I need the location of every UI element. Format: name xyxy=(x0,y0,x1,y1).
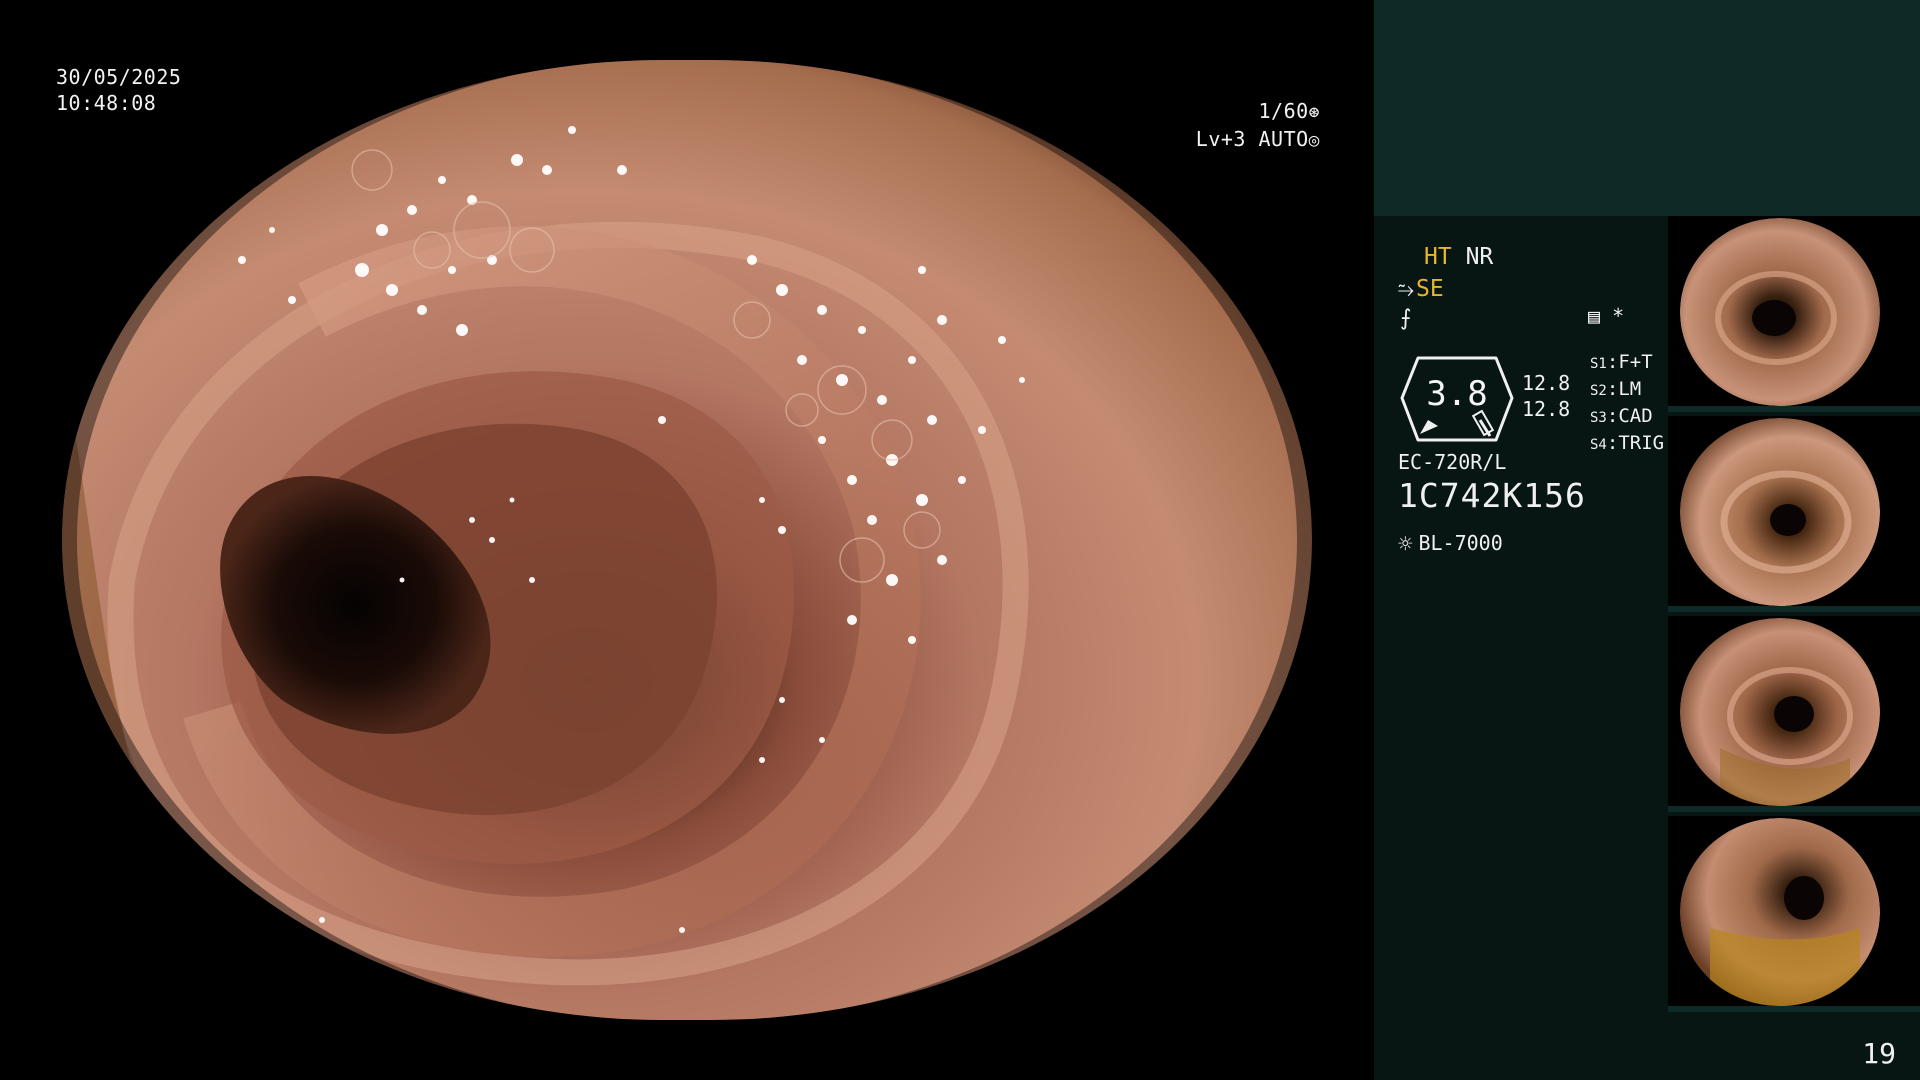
scope-serial-text: 1C742K156 xyxy=(1398,476,1586,515)
switch-label: TRIG xyxy=(1618,432,1665,454)
endoscope-main-view: 30/05/2025 10:48:08 1/60⊛ Lv+3 AUTO◎ xyxy=(0,0,1372,1080)
ht-nr-indicator: HT NR xyxy=(1424,244,1493,270)
switch-tag: S1 xyxy=(1590,356,1607,372)
gauge-sub-2: 12.8 xyxy=(1522,397,1571,421)
mode-asterisk: * xyxy=(1612,304,1625,328)
thumbnail-image xyxy=(1680,418,1880,606)
thumbnail-bar xyxy=(1668,806,1920,812)
light-source-row: ☼ BL-7000 xyxy=(1398,530,1503,558)
thumbnail-image xyxy=(1680,818,1880,1006)
switch-row-3: S3:CAD xyxy=(1590,405,1653,427)
shutter-text: 1/60 xyxy=(1258,99,1309,123)
exposure-readout: 1/60⊛ Lv+3 AUTO◎ xyxy=(1196,98,1320,154)
gauge-value: 3.8 xyxy=(1426,374,1488,414)
thumbnail-bar xyxy=(1668,1006,1920,1012)
date-text: 30/05/2025 xyxy=(56,65,182,89)
switch-label: LM xyxy=(1618,378,1642,400)
thumbnail-image xyxy=(1680,618,1880,806)
thumbnail-4[interactable] xyxy=(1668,816,1920,1012)
switch-tag: S4 xyxy=(1590,437,1607,453)
scope-model-text: EC-720R/L xyxy=(1398,450,1507,474)
freeze-icon: ⨍ xyxy=(1400,306,1412,331)
structure-enhance-icon: ⥲ xyxy=(1398,277,1414,301)
nr-label: NR xyxy=(1465,244,1494,270)
brightness-gauge: 3.8 xyxy=(1398,350,1516,446)
mode-indicators: ▤ * xyxy=(1588,304,1624,328)
thumbnail-2[interactable] xyxy=(1668,416,1920,612)
switch-label: CAD xyxy=(1618,405,1653,427)
switch-row-1: S1:F+T xyxy=(1590,351,1653,373)
aperture-icon: ⊛ xyxy=(1308,102,1320,123)
switch-label: F+T xyxy=(1618,351,1653,373)
se-label: SE xyxy=(1416,276,1444,302)
switch-row-4: S4:TRIG xyxy=(1590,432,1665,454)
gauge-sub-1: 12.8 xyxy=(1522,371,1571,395)
side-panel-header xyxy=(1374,0,1920,216)
switch-tag: S2 xyxy=(1590,383,1607,399)
lamp-icon: ☼ xyxy=(1398,530,1413,558)
iris-icon: ◎ xyxy=(1308,130,1320,151)
mode-list-icon: ▤ xyxy=(1588,304,1601,328)
endoscopic-image xyxy=(62,60,1312,1020)
switch-tag: S3 xyxy=(1590,410,1607,426)
switch-row-2: S2:LM xyxy=(1590,378,1642,400)
thumbnail-image xyxy=(1680,218,1880,406)
se-indicator: ⥲SE xyxy=(1398,276,1444,302)
thumbnail-1[interactable] xyxy=(1668,216,1920,412)
gauge-sub-values: 12.8 12.8 xyxy=(1522,370,1570,422)
level-text: Lv+3 AUTO xyxy=(1195,127,1309,151)
ht-label: HT xyxy=(1424,244,1452,270)
thumbnail-3[interactable] xyxy=(1668,616,1920,812)
page-number: 19 xyxy=(1862,1037,1896,1070)
thumbnail-bar xyxy=(1668,606,1920,612)
time-text: 10:48:08 xyxy=(56,91,157,115)
switch-assignments: S1:F+T S2:LM S3:CAD S4:TRIG xyxy=(1590,350,1664,458)
light-source-text: BL-7000 xyxy=(1418,531,1503,555)
thumbnail-bar xyxy=(1668,406,1920,412)
date-time-readout: 30/05/2025 10:48:08 xyxy=(56,64,181,116)
